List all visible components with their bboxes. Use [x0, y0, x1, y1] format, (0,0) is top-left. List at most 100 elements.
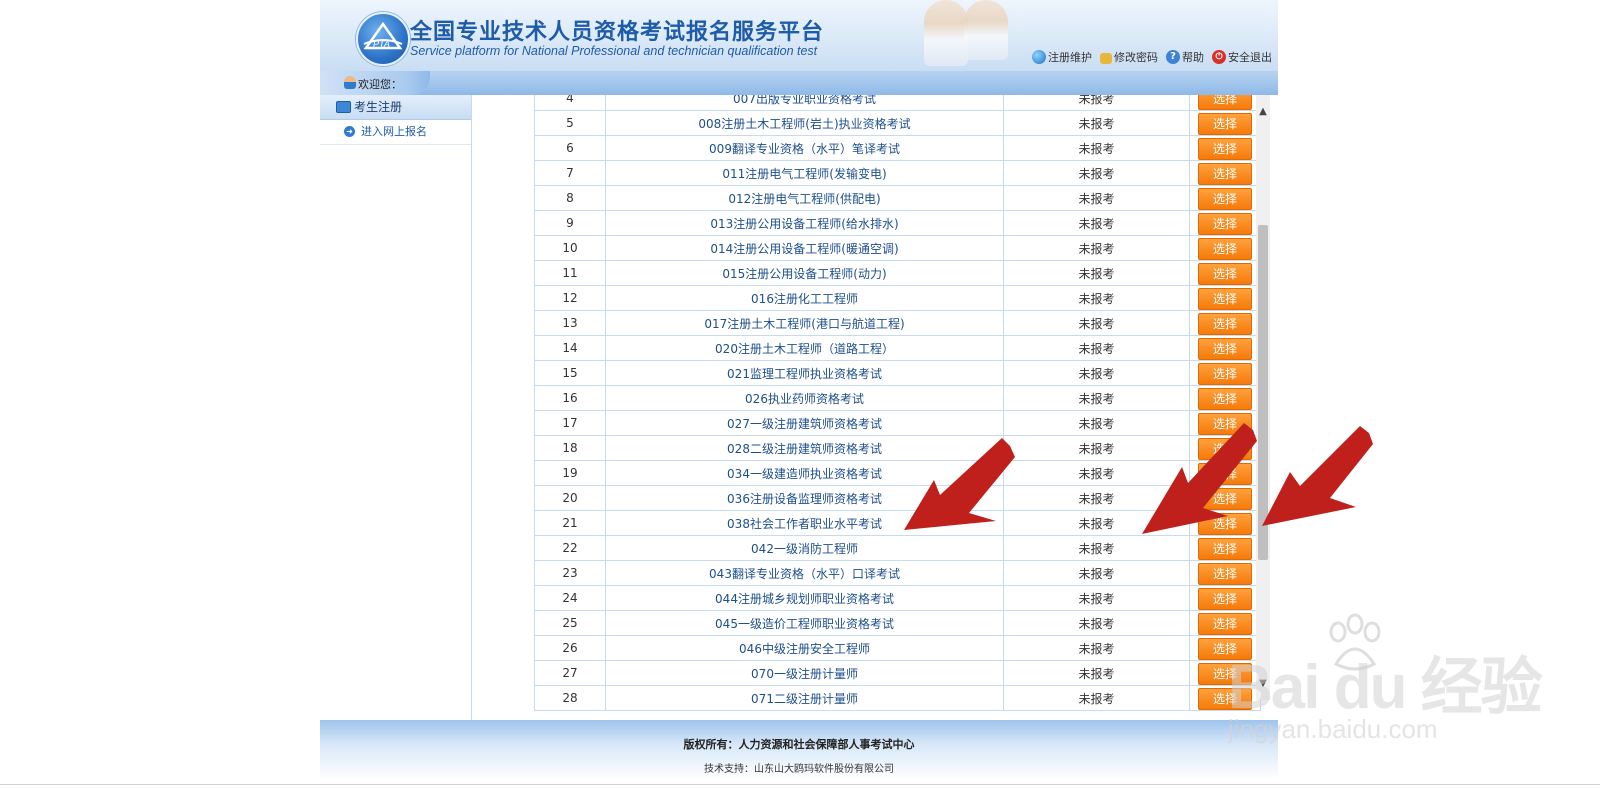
user-icon [344, 76, 356, 89]
select-button[interactable]: 选择 [1198, 362, 1252, 385]
select-button[interactable]: 选择 [1198, 462, 1252, 485]
row-number: 8 [534, 185, 606, 211]
scrollbar[interactable]: ▲ ▼ [1256, 95, 1270, 700]
register-maintenance-label: 注册维护 [1048, 51, 1092, 64]
row-number: 25 [534, 610, 606, 636]
row-number: 28 [534, 685, 606, 711]
action-cell: 选择 [1189, 135, 1261, 161]
select-button[interactable]: 选择 [1198, 562, 1252, 585]
row-number: 13 [534, 310, 606, 336]
row-number: 24 [534, 585, 606, 611]
table-row: 18 028二级注册建筑师资格考试 未报考 选择 [534, 435, 1261, 461]
paw-icon [1329, 613, 1381, 671]
help-label: 帮助 [1182, 51, 1204, 64]
table-row: 9 013注册公用设备工程师(给水排水) 未报考 选择 [534, 210, 1261, 236]
select-button[interactable]: 选择 [1198, 437, 1252, 460]
row-number: 19 [534, 460, 606, 486]
action-cell: 选择 [1189, 110, 1261, 136]
action-cell: 选择 [1189, 635, 1261, 661]
action-cell: 选择 [1189, 435, 1261, 461]
exam-status: 未报考 [1003, 160, 1190, 186]
exam-name: 071二级注册计量师 [605, 685, 1004, 711]
exam-status: 未报考 [1003, 285, 1190, 311]
select-button[interactable]: 选择 [1198, 237, 1252, 260]
select-button[interactable]: 选择 [1198, 512, 1252, 535]
exam-name: 014注册公用设备工程师(暖通空调) [605, 235, 1004, 261]
site-title: 全国专业技术人员资格考试报名服务平台 [410, 20, 825, 45]
register-maintenance-link[interactable]: 注册维护 [1032, 49, 1092, 65]
change-password-link[interactable]: 修改密码 [1100, 49, 1158, 65]
lock-icon [1100, 53, 1112, 64]
row-number: 17 [534, 410, 606, 436]
action-cell: 选择 [1189, 335, 1261, 361]
exam-name: 007出版专业职业资格考试 [605, 95, 1004, 111]
row-number: 6 [534, 135, 606, 161]
row-number: 23 [534, 560, 606, 586]
select-button[interactable]: 选择 [1198, 287, 1252, 310]
select-button[interactable]: 选择 [1198, 337, 1252, 360]
exam-status: 未报考 [1003, 360, 1190, 386]
select-button[interactable]: 选择 [1198, 487, 1252, 510]
exam-status: 未报考 [1003, 235, 1190, 261]
scroll-down-icon[interactable]: ▼ [1256, 677, 1270, 691]
change-password-label: 修改密码 [1114, 51, 1158, 64]
header-banner-image [920, 0, 1050, 71]
select-button[interactable]: 选择 [1198, 587, 1252, 610]
select-button[interactable]: 选择 [1198, 112, 1252, 135]
row-number: 21 [534, 510, 606, 536]
sidebar-header[interactable]: 考生注册 [320, 95, 471, 120]
action-cell: 选择 [1189, 310, 1261, 336]
exam-name: 009翻译专业资格（水平）笔译考试 [605, 135, 1004, 161]
pta-logo-icon: PTA [356, 12, 410, 66]
row-number: 14 [534, 335, 606, 361]
scroll-up-icon[interactable]: ▲ [1256, 105, 1270, 119]
select-button[interactable]: 选择 [1198, 537, 1252, 560]
exam-status: 未报考 [1003, 310, 1190, 336]
exam-name: 013注册公用设备工程师(给水排水) [605, 210, 1004, 236]
select-button[interactable]: 选择 [1198, 687, 1252, 710]
action-cell: 选择 [1189, 185, 1261, 211]
table-row: 19 034一级建造师执业资格考试 未报考 选择 [534, 460, 1261, 486]
sidebar-item-online-registration[interactable]: ➜ 进入网上报名 [320, 120, 471, 145]
select-button[interactable]: 选择 [1198, 312, 1252, 335]
select-button[interactable]: 选择 [1198, 137, 1252, 160]
select-button[interactable]: 选择 [1198, 262, 1252, 285]
row-number: 4 [534, 95, 606, 111]
footer-copyright: 版权所有：人力资源和社会保障部人事考试中心 [683, 738, 915, 751]
action-cell: 选择 [1189, 660, 1261, 686]
select-button[interactable]: 选择 [1198, 662, 1252, 685]
action-cell: 选择 [1189, 460, 1261, 486]
row-number: 22 [534, 535, 606, 561]
scroll-thumb[interactable] [1258, 225, 1268, 560]
select-button[interactable]: 选择 [1198, 612, 1252, 635]
row-number: 11 [534, 260, 606, 286]
exam-name: 034一级建造师执业资格考试 [605, 460, 1004, 486]
select-button[interactable]: 选择 [1198, 387, 1252, 410]
logout-label: 安全退出 [1228, 51, 1272, 64]
exam-status: 未报考 [1003, 110, 1190, 136]
select-button[interactable]: 选择 [1198, 162, 1252, 185]
exam-status: 未报考 [1003, 435, 1190, 461]
row-number: 16 [534, 385, 606, 411]
exam-name: 026执业药师资格考试 [605, 385, 1004, 411]
select-button[interactable]: 选择 [1198, 637, 1252, 660]
exam-status: 未报考 [1003, 260, 1190, 286]
operator-figure [924, 0, 968, 66]
logout-link[interactable]: ⏻ 安全退出 [1212, 49, 1272, 65]
select-button[interactable]: 选择 [1198, 187, 1252, 210]
table-row: 17 027一级注册建筑师资格考试 未报考 选择 [534, 410, 1261, 436]
action-cell: 选择 [1189, 410, 1261, 436]
table-row: 21 038社会工作者职业水平考试 未报考 选择 [534, 510, 1261, 536]
select-button[interactable]: 选择 [1198, 412, 1252, 435]
action-cell: 选择 [1189, 95, 1261, 111]
bottom-divider [0, 784, 1600, 785]
help-link[interactable]: ? 帮助 [1166, 49, 1204, 65]
table-row: 11 015注册公用设备工程师(动力) 未报考 选择 [534, 260, 1261, 286]
exam-name: 021监理工程师执业资格考试 [605, 360, 1004, 386]
exam-status: 未报考 [1003, 335, 1190, 361]
exam-status: 未报考 [1003, 210, 1190, 236]
exam-status: 未报考 [1003, 385, 1190, 411]
select-button[interactable]: 选择 [1198, 95, 1252, 110]
action-cell: 选择 [1189, 160, 1261, 186]
select-button[interactable]: 选择 [1198, 212, 1252, 235]
